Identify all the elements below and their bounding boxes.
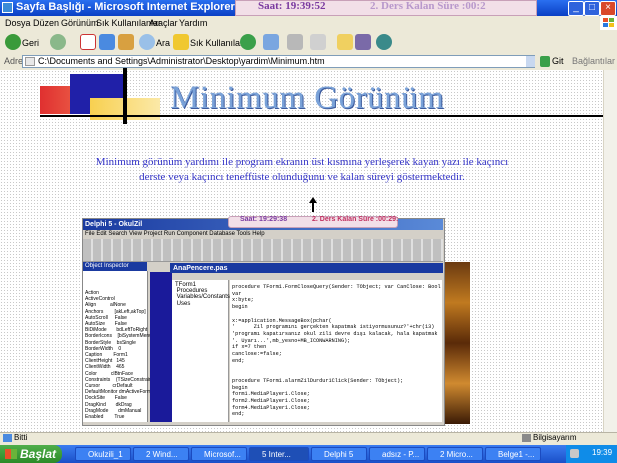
start-label[interactable]: Başlat bbox=[20, 447, 56, 461]
delphi-menu: File Edit Search View Project Run Compon… bbox=[85, 231, 265, 237]
stop-icon[interactable] bbox=[80, 34, 96, 50]
status-zone: Bilgisayarım bbox=[533, 433, 577, 442]
ticker-clock: Saat: 19:39:52 bbox=[258, 0, 326, 12]
delphi-title: Delphi 5 - OkulZil bbox=[85, 221, 143, 228]
task-microsoft-1[interactable]: Microsof... bbox=[191, 447, 247, 461]
task-belge[interactable]: Belge1 -... bbox=[485, 447, 541, 461]
menu-gorunum[interactable]: Görünüm bbox=[61, 16, 99, 30]
description-paragraph: Minimum görünüm yardımı ile program ekra… bbox=[95, 156, 509, 183]
minimize-button[interactable]: _ bbox=[568, 1, 584, 16]
embedded-ticker-remaining: 2. Ders Kalan Süre :00:29: bbox=[312, 216, 399, 223]
code-text: procedure TForm1.FormCloseQuery(Sender: … bbox=[232, 284, 441, 418]
delphi-toolbar bbox=[83, 239, 443, 262]
editor-title: AnaPencere.pas bbox=[173, 265, 228, 272]
edit-icon[interactable] bbox=[310, 34, 326, 50]
tray-clock[interactable]: 19:39 bbox=[592, 448, 612, 457]
menu-araclar[interactable]: Araçlar bbox=[149, 16, 178, 30]
go-button[interactable]: Git bbox=[552, 56, 564, 66]
task-delphi[interactable]: Delphi 5 bbox=[311, 447, 367, 461]
history-icon[interactable] bbox=[240, 34, 256, 50]
windows-flag-icon bbox=[600, 16, 617, 30]
home-icon[interactable] bbox=[118, 34, 134, 50]
done-page-icon bbox=[3, 434, 12, 442]
refresh-icon[interactable] bbox=[99, 34, 115, 50]
ticker-remaining: 2. Ders Kalan Süre :00:2 bbox=[370, 0, 486, 12]
task-adsiz[interactable]: adsız - P... bbox=[369, 447, 425, 461]
back-label[interactable]: Geri bbox=[22, 38, 39, 48]
task-internet[interactable]: 5 Inter... bbox=[249, 447, 309, 461]
page-icon bbox=[25, 57, 35, 66]
code-explorer-tree: TForm1 Procedures Variables/Constants Us… bbox=[175, 282, 230, 307]
vertical-scrollbar[interactable] bbox=[603, 70, 617, 432]
discuss-icon[interactable] bbox=[337, 34, 353, 50]
inspector-properties: Action ActiveControl Align alNone Anchor… bbox=[85, 290, 158, 421]
address-url[interactable]: C:\Documents and Settings\Administrator\… bbox=[38, 56, 325, 66]
task-windows[interactable]: 2 Wind... bbox=[133, 447, 189, 461]
pointer-arrowhead-icon bbox=[309, 197, 317, 203]
status-text: Bitti bbox=[14, 433, 28, 442]
address-dropdown-icon[interactable] bbox=[526, 56, 535, 67]
inspector-title: Object Inspector bbox=[85, 263, 129, 269]
go-arrow-icon[interactable] bbox=[540, 56, 550, 67]
menu-dosya[interactable]: Dosya bbox=[5, 16, 31, 30]
print-icon[interactable] bbox=[287, 34, 303, 50]
form-designer-strip bbox=[150, 272, 172, 422]
task-okulzili[interactable]: Okulzili_1 bbox=[75, 447, 131, 461]
page-title: Minimum Görünüm bbox=[170, 80, 445, 116]
favorites-star-icon[interactable] bbox=[173, 34, 189, 50]
maximize-button[interactable]: □ bbox=[584, 1, 600, 16]
back-arrow-icon[interactable] bbox=[5, 34, 21, 50]
menu-yardim[interactable]: Yardım bbox=[179, 16, 207, 30]
research-icon[interactable] bbox=[355, 34, 371, 50]
ie-icon bbox=[2, 2, 13, 13]
tray-icon[interactable] bbox=[570, 449, 579, 458]
messenger-icon[interactable] bbox=[376, 34, 392, 50]
forward-arrow-icon[interactable] bbox=[50, 34, 66, 50]
start-flag-icon bbox=[5, 449, 17, 459]
search-label[interactable]: Ara bbox=[156, 38, 170, 48]
window-title: Sayfa Başlığı - Microsoft Internet Explo… bbox=[16, 1, 235, 13]
menu-duzen[interactable]: Düzen bbox=[33, 16, 59, 30]
close-button[interactable]: × bbox=[600, 1, 616, 16]
background-photo bbox=[445, 262, 470, 424]
computer-icon bbox=[522, 434, 531, 442]
embedded-ticker-clock: Saat: 19:29:38 bbox=[240, 216, 288, 223]
links-label[interactable]: Bağlantılar bbox=[572, 56, 615, 66]
search-icon[interactable] bbox=[139, 34, 155, 50]
mail-icon[interactable] bbox=[263, 34, 279, 50]
task-microsoft-2[interactable]: 2 Micro... bbox=[427, 447, 483, 461]
